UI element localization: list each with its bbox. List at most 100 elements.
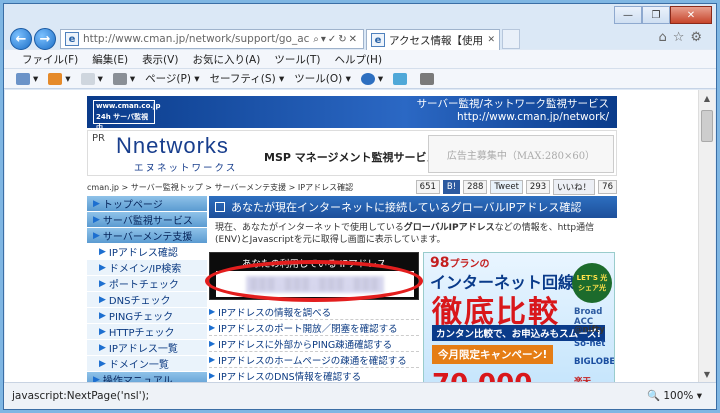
menu-view[interactable]: 表示(V) bbox=[142, 52, 178, 67]
link-label: IPアドレスに外部からPING疎通確認する bbox=[218, 339, 393, 351]
sidebar-item-ping-check[interactable]: ▶ PINGチェック bbox=[87, 308, 207, 324]
extra-cmd[interactable] bbox=[420, 72, 437, 85]
arrow-icon: ▶ bbox=[99, 358, 106, 369]
sidebar-item-monitoring[interactable]: ▶ サーバ監視サービス bbox=[87, 212, 207, 228]
link-label: IPアドレスのホームページの疎通を確認する bbox=[218, 355, 407, 367]
menu-favorites[interactable]: お気に入り(A) bbox=[192, 52, 260, 67]
tweet-button[interactable]: Tweet bbox=[490, 180, 523, 194]
home-cmd[interactable]: ▾ bbox=[16, 72, 38, 85]
tab-title: アクセス情報【使用中のI... bbox=[389, 34, 484, 47]
research-cmd[interactable] bbox=[393, 72, 410, 85]
arrow-icon: ▶ bbox=[209, 355, 216, 364]
sidebar-item-dns-check[interactable]: ▶ DNSチェック bbox=[87, 292, 207, 308]
help-cmd[interactable]: ▾ bbox=[360, 72, 383, 85]
menu-help[interactable]: ヘルプ(H) bbox=[334, 52, 382, 67]
arrow-icon: ▶ bbox=[93, 198, 100, 209]
address-bar[interactable]: e http://www.cman.jp/network/support/go_… bbox=[60, 29, 364, 49]
tab-close-icon[interactable]: ✕ bbox=[487, 35, 495, 45]
content-title: あなたが現在インターネットに接続しているグローバルIPアドレス確認 bbox=[209, 196, 617, 218]
command-bar: ▾ ▾ ▾ ▾ ページ(P) ▾ セーフティ(S) ▾ ツール(O) ▾ ▾ bbox=[4, 69, 716, 89]
sidebar-item-top[interactable]: ▶ トップページ bbox=[87, 196, 207, 212]
address-url[interactable]: http://www.cman.jp/network/support/go_ac… bbox=[83, 33, 310, 45]
link-ping-check[interactable]: ▶ IPアドレスに外部からPING疎通確認する bbox=[209, 336, 419, 352]
zoom-level: 100% bbox=[663, 390, 694, 402]
sidebar-item-label: HTTPチェック bbox=[108, 328, 175, 339]
page-cmd[interactable]: ページ(P) ▾ bbox=[145, 71, 199, 86]
scroll-up-icon[interactable]: ▲ bbox=[699, 90, 715, 106]
sidebar-item-label: ドメイン一覧 bbox=[108, 360, 169, 371]
sidebar-item-domain-list[interactable]: ▶ ドメイン一覧 bbox=[87, 356, 207, 372]
close-button[interactable]: ✕ bbox=[670, 6, 712, 24]
link-port-check[interactable]: ▶ IPアドレスのポート開放／閉塞を確認する bbox=[209, 320, 419, 336]
menu-edit[interactable]: 編集(E) bbox=[92, 52, 128, 67]
search-refresh-icons[interactable]: ⌕▾✓↻✕ bbox=[313, 34, 359, 45]
sidebar-item-label: ポートチェック bbox=[108, 280, 179, 291]
forward-button[interactable]: → bbox=[34, 28, 56, 50]
vertical-scrollbar[interactable]: ▲ ▼ bbox=[698, 90, 715, 382]
menu-tools[interactable]: ツール(T) bbox=[274, 52, 320, 67]
link-label: IPアドレスのポート開放／閉塞を確認する bbox=[218, 323, 398, 335]
sidebar-item-ip-check[interactable]: ▶ IPアドレス確認 bbox=[87, 244, 207, 260]
help-icon bbox=[360, 72, 375, 85]
link-http-check[interactable]: ▶ IPアドレスのホームページの疎通を確認する bbox=[209, 352, 419, 368]
sidebar-item-manual[interactable]: ▶ 操作マニュアル bbox=[87, 372, 207, 382]
scroll-thumb[interactable] bbox=[701, 110, 713, 142]
feeds-cmd[interactable]: ▾ bbox=[48, 72, 71, 85]
mail-cmd[interactable]: ▾ bbox=[80, 72, 103, 85]
isp-ad-banner[interactable]: 98プランの インターネット回線を 徹底比較 カンタン比較で、お申込みもスムーズ… bbox=[423, 252, 615, 382]
maximize-button[interactable]: ❐ bbox=[642, 6, 670, 24]
menu-bar: ファイル(F) 編集(E) 表示(V) お気に入り(A) ツール(T) ヘルプ(… bbox=[4, 50, 716, 69]
sidebar-item-domain-search[interactable]: ▶ ドメイン/IP検索 bbox=[87, 260, 207, 276]
new-tab-button[interactable] bbox=[502, 29, 520, 49]
sidebar-item-http-check[interactable]: ▶ HTTPチェック bbox=[87, 324, 207, 340]
sidebar-item-label: DNSチェック bbox=[108, 296, 171, 307]
menu-file[interactable]: ファイル(F) bbox=[22, 52, 78, 67]
desc-bold: グローバルIPアドレス bbox=[403, 223, 495, 233]
link-dns-check[interactable]: ▶ IPアドレスのDNS情報を確認する bbox=[209, 368, 419, 382]
arrow-icon: ▶ bbox=[99, 342, 106, 353]
sidebar-item-maintenance[interactable]: ▶ サーバーメンテ支援 bbox=[87, 228, 207, 244]
content-title-text: あなたが現在インターネットに接続しているグローバルIPアドレス確認 bbox=[231, 201, 582, 214]
grid-icon bbox=[215, 202, 225, 212]
breadcrumb-row: cman.jp > サーバー監視トップ > サーバーメンテ支援 > IPアドレス… bbox=[87, 178, 617, 196]
scroll-down-icon[interactable]: ▼ bbox=[699, 366, 715, 382]
ad-campaign: 今月限定キャンペーン! bbox=[432, 345, 554, 364]
hatena-button[interactable]: 651 bbox=[415, 180, 440, 194]
arrow-icon: ▶ bbox=[99, 310, 106, 321]
main-content: あなたが現在インターネットに接続しているグローバルIPアドレス確認 現在、あなた… bbox=[205, 196, 617, 382]
status-bar: javascript:NextPage('nsl'); 🔍 100% ▾ bbox=[4, 382, 716, 409]
tool-icon bbox=[420, 72, 435, 85]
sidebar-item-ip-list[interactable]: ▶ IPアドレス一覧 bbox=[87, 340, 207, 356]
hatena-count: 651 bbox=[419, 182, 436, 192]
hero-ad[interactable]: PR Nnetworks エヌネットワークス MSP マネージメント監視サービス… bbox=[87, 130, 617, 176]
ad-brand-1: Broad ACC bbox=[574, 307, 603, 327]
tools-cmd[interactable]: ツール(O) ▾ bbox=[294, 71, 351, 86]
sidebar-item-label: ドメイン/IP検索 bbox=[108, 264, 182, 275]
bookmark-count: 288 bbox=[463, 180, 488, 194]
mail-icon bbox=[80, 72, 95, 85]
link-ip-info[interactable]: ▶ IPアドレスの情報を調べる bbox=[209, 304, 419, 320]
ad-brand-4: BIGLOBE bbox=[574, 357, 615, 367]
ad-placeholder[interactable]: 広告主募集中（MAX:280×60） bbox=[428, 135, 614, 173]
site-banner: www.cman.co.jp 24h サーバ監視中 サーバー監視/ネットワーク監… bbox=[87, 96, 617, 132]
print-cmd[interactable]: ▾ bbox=[112, 72, 135, 85]
title-bar: — ❐ ✕ ← → e http://www.cman.jp/network/s… bbox=[4, 4, 716, 50]
banner-logo[interactable]: www.cman.co.jp 24h サーバ監視中 bbox=[93, 100, 160, 132]
safety-cmd[interactable]: セーフティ(S) ▾ bbox=[210, 71, 285, 86]
banner-title-line2[interactable]: http://www.cman.jp/network/ bbox=[417, 111, 609, 124]
arrow-icon: ▶ bbox=[93, 230, 100, 241]
arrow-icon: ▶ bbox=[93, 374, 100, 383]
like-button[interactable]: いいね！ bbox=[553, 179, 596, 195]
breadcrumb[interactable]: cman.jp > サーバー監視トップ > サーバーメンテ支援 > IPアドレス… bbox=[87, 182, 353, 193]
sidebar-item-port-check[interactable]: ▶ ポートチェック bbox=[87, 276, 207, 292]
back-button[interactable]: ← bbox=[10, 28, 32, 50]
brand-sub: エヌネットワークス bbox=[134, 163, 238, 174]
bookmark-button[interactable]: B! bbox=[442, 180, 461, 194]
minimize-button[interactable]: — bbox=[614, 6, 642, 24]
home-favorites-settings-icons[interactable]: ⌂☆⚙ bbox=[658, 30, 708, 45]
ad-brand-3: So-net bbox=[574, 339, 606, 349]
sidebar-item-label: PINGチェック bbox=[108, 312, 174, 323]
zoom-control[interactable]: 🔍 100% ▾ bbox=[647, 389, 702, 402]
tab-active[interactable]: e アクセス情報【使用中のI... ✕ bbox=[366, 29, 500, 50]
sidebar-item-label: サーバ監視サービス bbox=[102, 216, 193, 227]
